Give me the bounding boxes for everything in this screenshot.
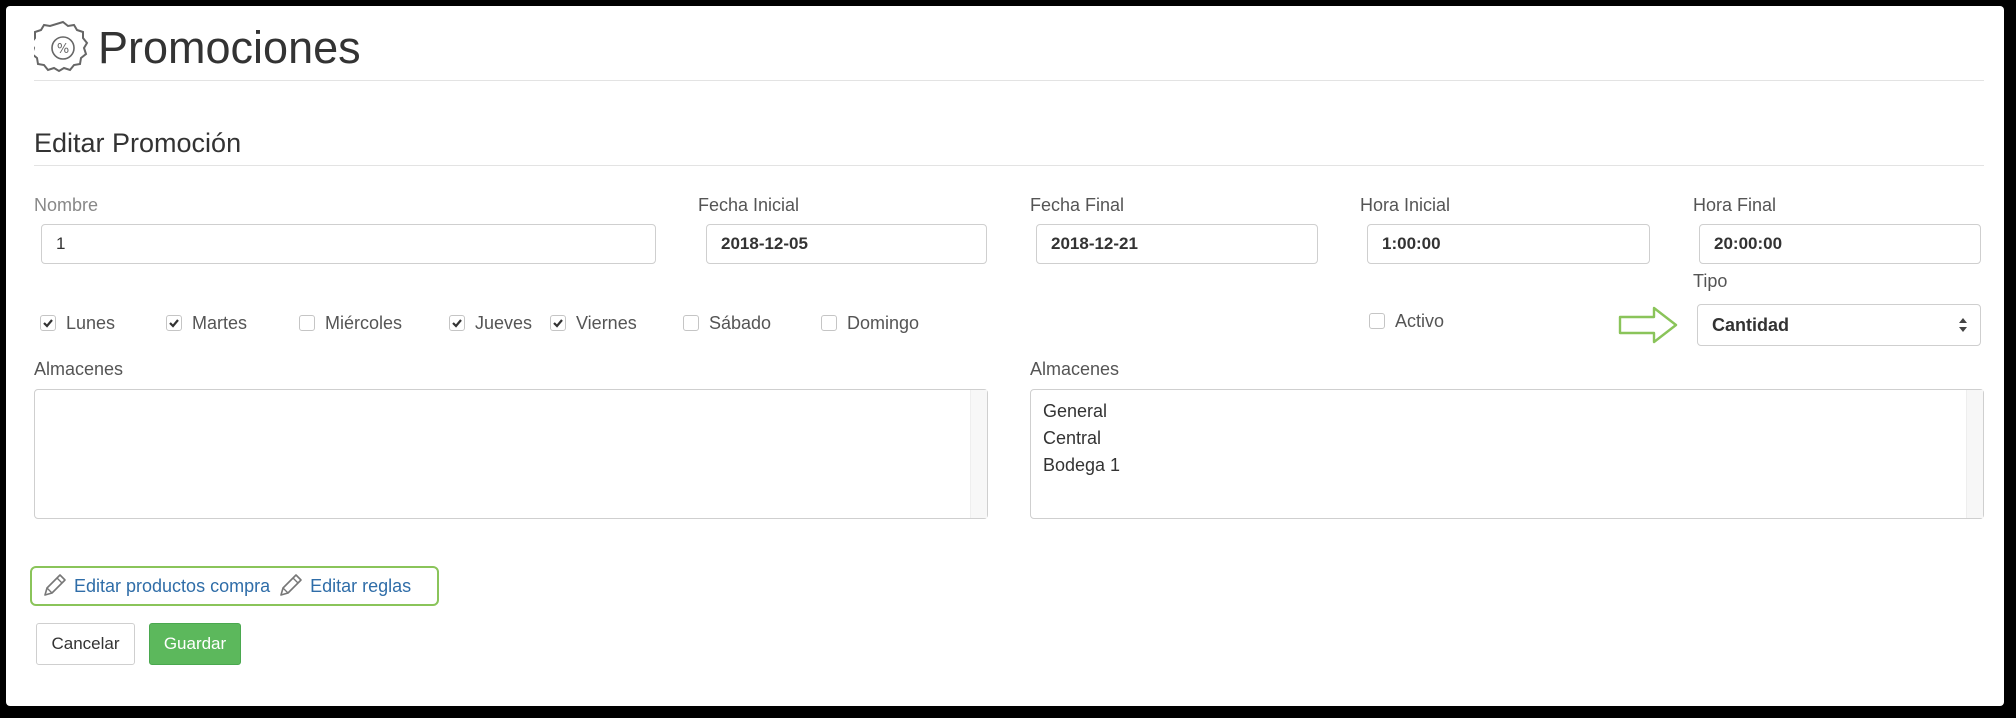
percent-badge-icon: % — [29, 18, 92, 76]
checkbox-checked-icon[interactable] — [449, 315, 465, 331]
fecha-inicial-label: Fecha Inicial — [698, 195, 800, 215]
section-title: Editar Promoción — [34, 128, 242, 158]
checkbox-unchecked-icon[interactable] — [299, 315, 315, 331]
checkbox-checked-icon[interactable] — [166, 315, 182, 331]
checkbox-domingo[interactable]: Domingo — [821, 311, 919, 335]
fecha-inicial-input[interactable]: 2018-12-05 — [706, 224, 987, 264]
svg-text:%: % — [57, 42, 69, 57]
edit-rules-link[interactable]: Editar reglas — [276, 572, 411, 600]
edit-products-link[interactable]: Editar productos compra — [40, 572, 270, 600]
edit-rules-label[interactable]: Editar reglas — [310, 576, 411, 597]
almacenes-right-label: Almacenes — [1030, 359, 1120, 379]
checkbox-jueves[interactable]: Jueves — [449, 311, 532, 335]
edit-products-label[interactable]: Editar productos compra — [74, 576, 270, 597]
section-divider — [34, 165, 1984, 166]
checkbox-viernes[interactable]: Viernes — [550, 311, 637, 335]
checkbox-checked-icon[interactable] — [40, 315, 56, 331]
checkbox-label: Activo — [1395, 310, 1445, 331]
checkbox-unchecked-icon[interactable] — [821, 315, 837, 331]
checkbox-label: Sábado — [709, 312, 772, 333]
nombre-input[interactable]: 1 — [41, 224, 656, 264]
almacenes-left-label: Almacenes — [34, 359, 124, 379]
checkbox-unchecked-icon[interactable] — [683, 315, 699, 331]
checkbox-label: Miércoles — [325, 312, 403, 333]
header-divider — [34, 80, 1984, 81]
save-button[interactable]: Guardar — [149, 623, 241, 665]
listbox-scrollbar[interactable] — [970, 390, 987, 518]
listbox-scrollbar[interactable] — [1966, 390, 1983, 518]
fecha-final-label: Fecha Final — [1030, 195, 1125, 215]
page-title: Promociones — [98, 22, 361, 73]
select-updown-icon — [1958, 315, 1968, 340]
hora-inicial-label: Hora Inicial — [1360, 195, 1451, 215]
hora-inicial-input[interactable]: 1:00:00 — [1367, 224, 1650, 264]
pencil-icon — [44, 574, 66, 596]
checkbox-label: Jueves — [475, 312, 533, 333]
edit-promotion-panel: % Promociones Editar Promoción Nombre Fe… — [6, 6, 2004, 706]
checkbox-label: Domingo — [847, 312, 920, 333]
almacenes-left-listbox[interactable] — [34, 389, 988, 519]
almacenes-right-listbox[interactable]: General Central Bodega 1 — [1030, 389, 1984, 519]
tipo-select-value: Cantidad — [1712, 314, 1790, 335]
list-item[interactable]: Bodega 1 — [1031, 452, 1983, 479]
checkbox-label: Viernes — [576, 312, 637, 333]
cancel-button[interactable]: Cancelar — [36, 623, 135, 665]
pencil-icon — [280, 574, 302, 596]
list-item[interactable]: General — [1031, 398, 1983, 425]
checkbox-label: Lunes — [66, 312, 116, 333]
list-item[interactable]: Central — [1031, 425, 1983, 452]
edit-links-group: Editar productos compra Editar reglas — [30, 566, 439, 606]
arrow-right-icon — [1618, 305, 1680, 350]
checkbox-lunes[interactable]: Lunes — [40, 311, 115, 335]
checkbox-label: Martes — [192, 312, 248, 333]
checkbox-checked-icon[interactable] — [550, 315, 566, 331]
hora-final-label: Hora Final — [1693, 195, 1777, 215]
checkbox-sabado[interactable]: Sábado — [683, 311, 771, 335]
checkbox-unchecked-icon[interactable] — [1369, 313, 1385, 329]
tipo-label: Tipo — [1693, 271, 1728, 291]
checkbox-martes[interactable]: Martes — [166, 311, 247, 335]
checkbox-miercoles[interactable]: Miércoles — [299, 311, 402, 335]
tipo-select[interactable]: Cantidad — [1697, 304, 1981, 346]
nombre-label: Nombre — [34, 195, 99, 215]
checkbox-activo[interactable]: Activo — [1369, 309, 1444, 333]
fecha-final-input[interactable]: 2018-12-21 — [1036, 224, 1318, 264]
hora-final-input[interactable]: 20:00:00 — [1699, 224, 1981, 264]
